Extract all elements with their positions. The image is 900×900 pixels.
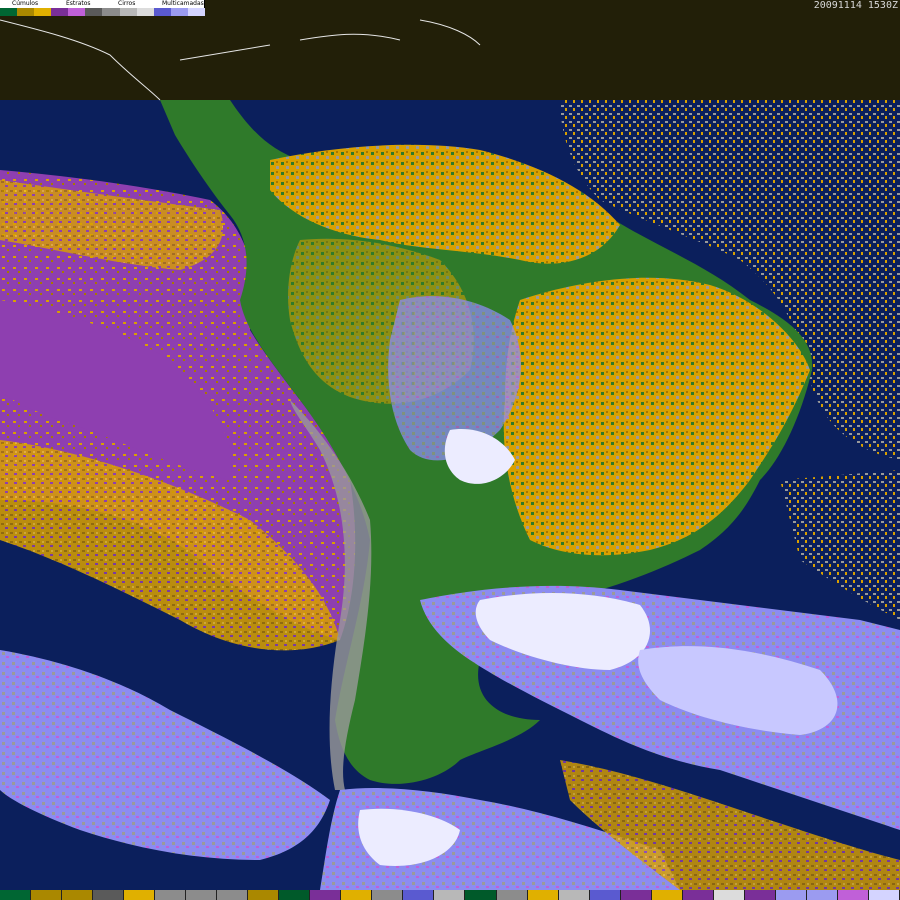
scale-swatch: [651, 890, 683, 900]
legend-label-estratos: Estratos: [66, 0, 91, 7]
scale-swatch: [589, 890, 621, 900]
legend-swatch: [85, 8, 103, 16]
cloud-type-legend: Cúmulos Estratos Cirros Multicamadas: [0, 0, 205, 16]
scale-swatch: [620, 890, 652, 900]
legend-swatch: [68, 8, 86, 16]
scale-swatch: [186, 890, 218, 900]
scale-swatch: [496, 890, 528, 900]
scale-swatch: [62, 890, 94, 900]
satellite-cloud-map: Cúmulos Estratos Cirros Multicamadas 200…: [0, 0, 900, 900]
legend-swatch: [187, 8, 205, 16]
color-scale-strip: [0, 890, 900, 900]
scale-swatch: [775, 890, 807, 900]
scale-swatch: [372, 890, 404, 900]
scale-swatch: [465, 890, 497, 900]
scale-swatch: [806, 890, 838, 900]
scale-swatch: [527, 890, 559, 900]
scale-swatch: [682, 890, 714, 900]
legend-swatch: [119, 8, 137, 16]
legend-swatch: [51, 8, 69, 16]
legend-swatch: [34, 8, 52, 16]
scale-swatch: [217, 890, 249, 900]
scale-swatch: [279, 890, 311, 900]
scale-swatch: [124, 890, 156, 900]
legend-label-cumulos: Cúmulos: [12, 0, 39, 7]
scale-swatch: [155, 890, 187, 900]
legend-swatch: [136, 8, 154, 16]
legend-swatch: [170, 8, 188, 16]
legend-labels: Cúmulos Estratos Cirros Multicamadas: [0, 0, 205, 8]
scale-swatch: [248, 890, 280, 900]
scale-swatch: [31, 890, 63, 900]
legend-swatch: [102, 8, 120, 16]
legend-swatch: [17, 8, 35, 16]
legend-swatches: [0, 8, 205, 16]
legend-swatch: [0, 8, 18, 16]
scale-swatch: [434, 890, 466, 900]
legend-swatch: [153, 8, 171, 16]
scale-swatch: [93, 890, 125, 900]
scale-swatch: [341, 890, 373, 900]
scale-swatch: [713, 890, 745, 900]
scale-swatch: [403, 890, 435, 900]
scale-swatch: [558, 890, 590, 900]
cloud-classification-image: [0, 0, 900, 890]
scale-swatch: [310, 890, 342, 900]
scale-swatch: [0, 890, 32, 900]
image-timestamp: 20091114 1530Z: [813, 0, 898, 11]
legend-label-multicamadas: Multicamadas: [162, 0, 204, 7]
scale-swatch: [837, 890, 869, 900]
scale-swatch: [868, 890, 900, 900]
scale-swatch: [744, 890, 776, 900]
legend-label-cirros: Cirros: [118, 0, 136, 7]
